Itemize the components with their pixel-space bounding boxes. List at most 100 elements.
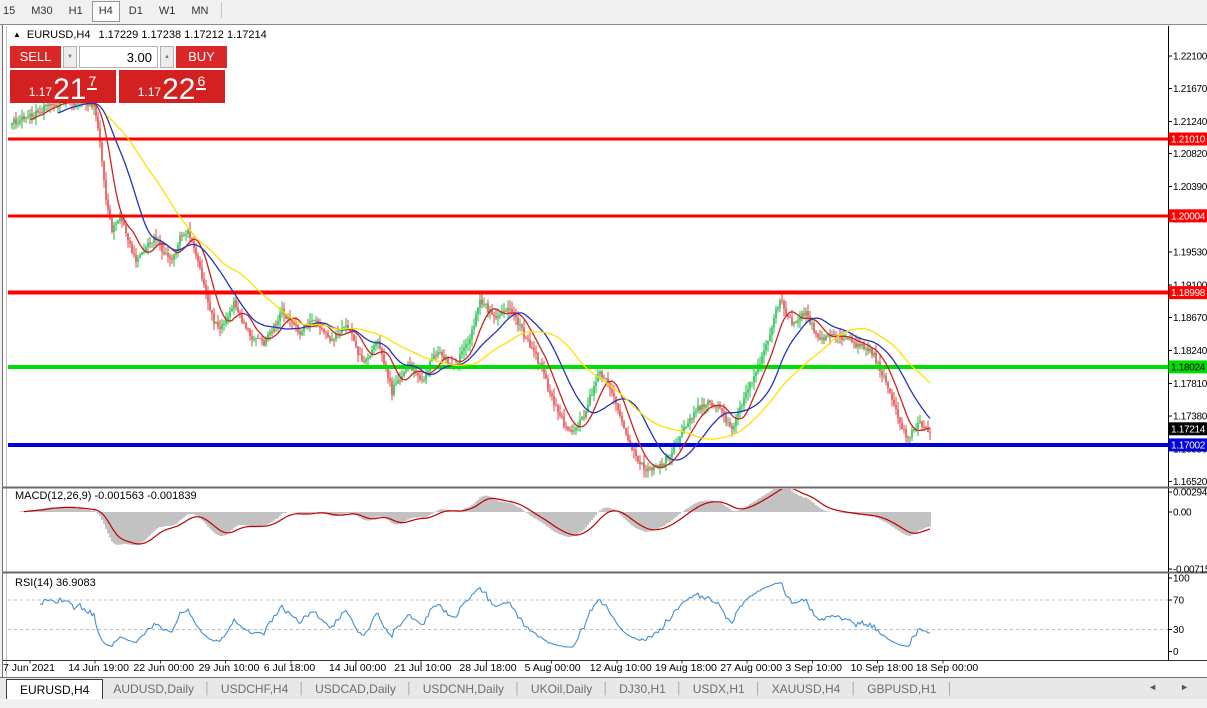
time-axis-label: 7 Jun 2021 <box>3 662 55 674</box>
ask-price-pip: 6 <box>196 74 206 90</box>
one-click-trading-panel: SELL ▼ ▲ BUY 1.17217 1.17226 <box>10 46 227 103</box>
toolbar-divider <box>221 2 222 18</box>
svg-text:1.17002: 1.17002 <box>1171 440 1206 451</box>
chart-title: ▲ EURUSD,H4 1.17229 1.17238 1.17212 1.1721… <box>13 29 267 41</box>
bid-price-small: 1.17 <box>29 85 52 99</box>
buy-button[interactable]: BUY <box>176 46 227 68</box>
rsi-axis-label: 30 <box>1173 625 1185 636</box>
macd-axis-label: 0.002947 <box>1173 488 1207 499</box>
tab-separator: │ <box>676 683 683 695</box>
bid-price-box[interactable]: 1.17217 <box>10 70 116 103</box>
price-axis-label: 1.19530 <box>1173 248 1207 259</box>
timeframe-button-d1[interactable]: D1 <box>122 1 150 22</box>
chart-ohlc-values: 1.17229 1.17238 1.17212 1.17214 <box>99 29 267 41</box>
chart-canvas[interactable]: 1.221001.216701.212401.208201.203901.199… <box>0 0 1207 708</box>
chart-tab-xauusd-h4[interactable]: XAUUSD,H4 <box>762 682 851 696</box>
time-axis-label: 10 Sep 18:00 <box>851 662 914 674</box>
bid-price-big: 21 <box>53 76 86 103</box>
level-price-label: 1.17002 <box>1169 438 1207 451</box>
time-axis-label: 14 Jun 19:00 <box>68 662 129 674</box>
price-axis-label: 1.17810 <box>1173 379 1207 390</box>
time-axis-label: 29 Jun 10:00 <box>199 662 260 674</box>
chevron-up-icon: ▲ <box>164 54 170 60</box>
chart-tab-usdchf-h4[interactable]: USDCHF,H4 <box>211 682 298 696</box>
time-axis-label: 12 Aug 10:00 <box>590 662 652 674</box>
svg-text:1.20004: 1.20004 <box>1171 211 1206 222</box>
volume-increase-button[interactable]: ▲ <box>160 46 174 68</box>
tab-separator: │ <box>850 683 857 695</box>
tab-separator: │ <box>406 683 413 695</box>
price-axis-label: 1.21240 <box>1173 117 1207 128</box>
timeframe-button-m30[interactable]: M30 <box>24 1 59 22</box>
tab-separator: │ <box>602 683 609 695</box>
tab-separator: │ <box>514 683 521 695</box>
level-price-label: 1.20004 <box>1169 209 1207 222</box>
time-axis-label: 18 Sep 00:00 <box>916 662 979 674</box>
collapse-arrow-icon[interactable]: ▲ <box>13 30 21 39</box>
rsi-axis-label: 0 <box>1173 647 1179 658</box>
timeframe-button-h1[interactable]: H1 <box>62 1 90 22</box>
chart-symbol-period: EURUSD,H4 <box>27 29 91 41</box>
time-axis-label: 19 Aug 18:00 <box>655 662 717 674</box>
price-axis-label: 1.18670 <box>1173 313 1207 324</box>
timeframe-button-h4[interactable]: H4 <box>92 1 120 22</box>
svg-text:1.21010: 1.21010 <box>1171 135 1206 146</box>
ask-price-small: 1.17 <box>138 85 161 99</box>
chart-background <box>3 25 1207 677</box>
chart-tab-ukoil-daily[interactable]: UKOil,Daily <box>521 682 602 696</box>
rsi-axis-label: 100 <box>1173 574 1190 585</box>
svg-text:1.17214: 1.17214 <box>1171 424 1206 435</box>
macd-axis-label: 0.00 <box>1173 508 1192 519</box>
tab-separator: │ <box>755 683 762 695</box>
time-axis-label: 21 Jul 10:00 <box>394 662 451 674</box>
chart-tab-usdcnh-daily[interactable]: USDCNH,Daily <box>413 682 514 696</box>
price-axis-label: 1.20820 <box>1173 149 1207 160</box>
chart-tab-usdx-h1[interactable]: USDX,H1 <box>683 682 755 696</box>
sell-button[interactable]: SELL <box>10 46 61 68</box>
ask-price-big: 22 <box>162 76 195 103</box>
time-axis-label: 5 Aug 00:00 <box>525 662 581 674</box>
bid-price-pip: 7 <box>87 74 97 90</box>
price-axis-label: 1.20390 <box>1173 182 1207 193</box>
level-price-label: 1.18998 <box>1169 286 1207 299</box>
time-axis-label: 14 Jul 00:00 <box>329 662 386 674</box>
price-axis-label: 1.17380 <box>1173 412 1207 423</box>
timeframe-toolbar: 15M30H1H4D1W1MN <box>0 0 1207 25</box>
tab-separator: │ <box>298 683 305 695</box>
svg-text:1.18998: 1.18998 <box>1171 288 1206 299</box>
chart-tab-eurusd-h4[interactable]: EURUSD,H4 <box>6 679 103 700</box>
chart-tab-dj30-h1[interactable]: DJ30,H1 <box>609 682 676 696</box>
status-strip <box>0 699 1207 708</box>
time-axis-label: 28 Jul 18:00 <box>459 662 516 674</box>
chevron-down-icon: ▼ <box>67 54 73 60</box>
price-axis-label: 1.18240 <box>1173 346 1207 357</box>
time-axis-label: 27 Aug 00:00 <box>720 662 782 674</box>
volume-input[interactable] <box>79 46 158 68</box>
time-axis-label: 3 Sep 10:00 <box>785 662 842 674</box>
current-price-label: 1.17214 <box>1169 422 1207 435</box>
rsi-indicator-label: RSI(14) 36.9083 <box>13 577 98 589</box>
chart-tab-usdcad-daily[interactable]: USDCAD,Daily <box>305 682 406 696</box>
timeframe-button-15[interactable]: 15 <box>0 1 22 22</box>
ask-price-box[interactable]: 1.17226 <box>119 70 225 103</box>
mt4-window: 1.221001.216701.212401.208201.203901.199… <box>0 0 1207 708</box>
tab-separator: │ <box>204 683 211 695</box>
chart-tab-gbpusd-h1[interactable]: GBPUSD,H1 <box>857 682 946 696</box>
timeframe-button-w1[interactable]: W1 <box>152 1 183 22</box>
tab-separator: │ <box>947 683 954 695</box>
chart-tab-audusd-daily[interactable]: AUDUSD,Daily <box>103 682 204 696</box>
time-axis-label: 6 Jul 18:00 <box>264 662 316 674</box>
timeframe-button-mn[interactable]: MN <box>184 1 215 22</box>
macd-indicator-label: MACD(12,26,9) -0.001563 -0.001839 <box>13 490 199 502</box>
rsi-axis-label: 70 <box>1173 596 1185 607</box>
tab-scroll-left-icon[interactable]: ◄ <box>1148 682 1157 692</box>
price-axis-label: 1.21670 <box>1173 84 1207 95</box>
level-price-label: 1.21010 <box>1169 133 1207 146</box>
level-price-label: 1.18024 <box>1169 360 1207 373</box>
svg-text:1.18024: 1.18024 <box>1171 362 1206 373</box>
tab-scroll-right-icon[interactable]: ► <box>1180 682 1189 692</box>
time-axis-label: 22 Jun 00:00 <box>133 662 194 674</box>
volume-decrease-button[interactable]: ▼ <box>63 46 77 68</box>
price-axis-label: 1.22100 <box>1173 51 1207 62</box>
chart-tab-bar: EURUSD,H4AUDUSD,Daily│USDCHF,H4│USDCAD,D… <box>0 677 1207 700</box>
